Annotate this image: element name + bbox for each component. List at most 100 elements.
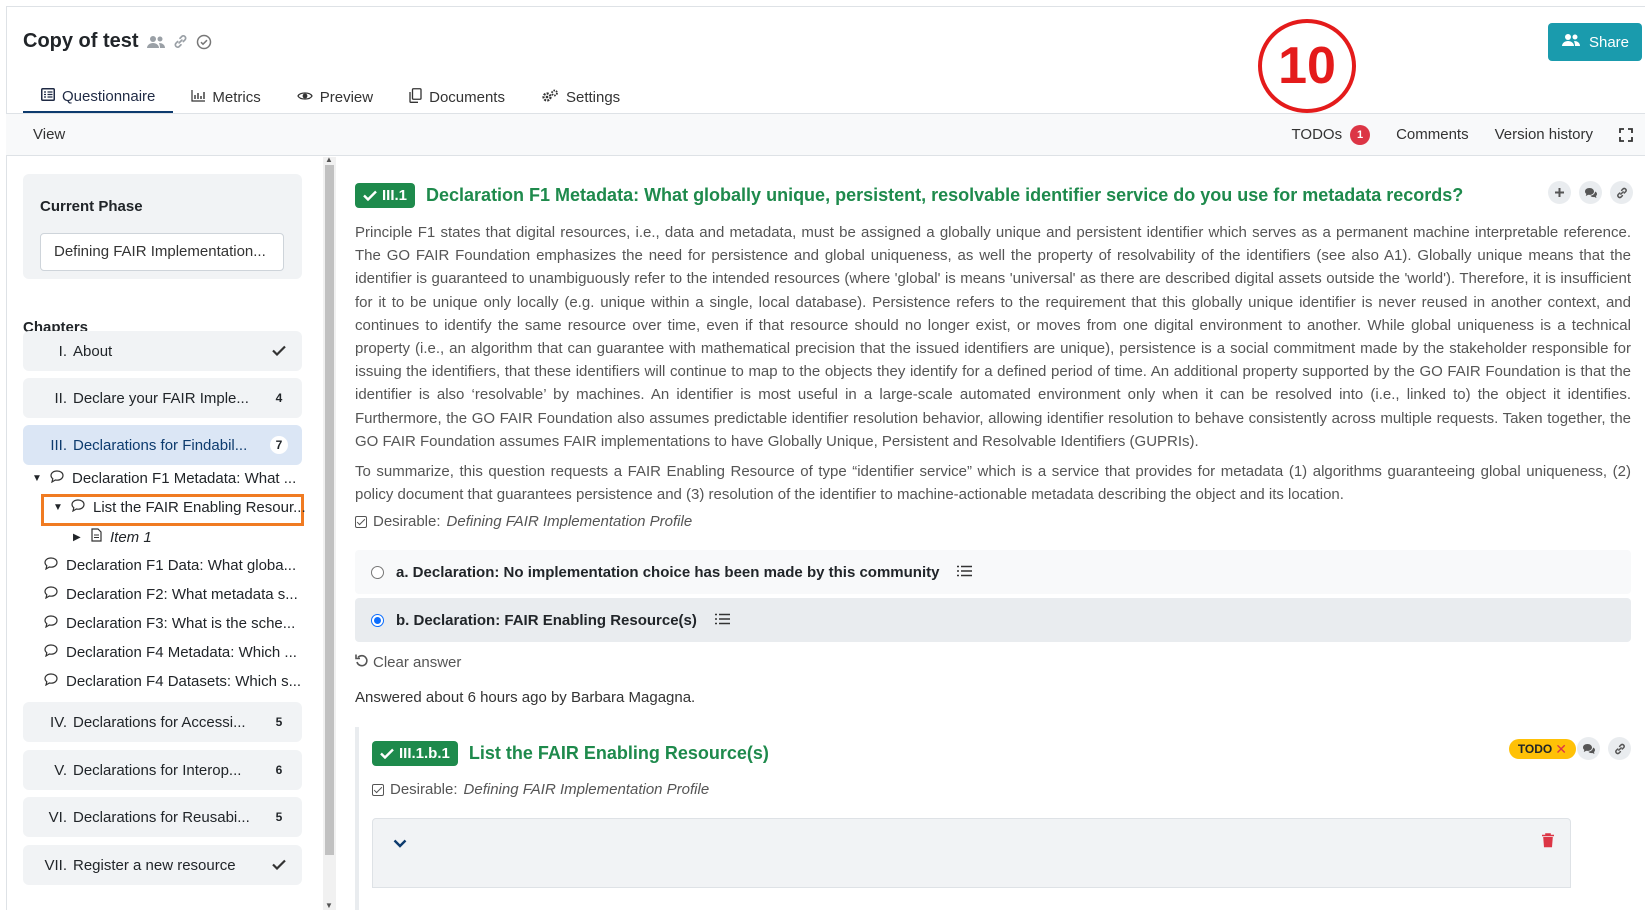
page-title: Copy of test (23, 30, 139, 52)
tree-label: List the FAIR Enabling Resour... (93, 499, 306, 516)
link-icon[interactable] (1608, 737, 1631, 760)
chapter-item-declare[interactable]: II. Declare your FAIR Imple... 4 (23, 378, 302, 418)
chapter-name: Declarations for Findabil... (73, 436, 248, 454)
add-icon[interactable] (1548, 181, 1571, 204)
followup-title: List the FAIR Enabling Resource(s) (468, 743, 769, 763)
todos-label: TODOs (1291, 126, 1343, 143)
chapter-number: IV. (50, 713, 67, 731)
tab-questionnaire[interactable]: Questionnaire (23, 82, 174, 113)
desirable-phase: Defining FAIR Implementation Profile (463, 781, 710, 798)
chapter-number: II. (54, 389, 67, 407)
file-icon (91, 528, 102, 546)
annotation-number: 10 (1258, 19, 1356, 113)
toolbar: View TODOs 1 Comments Version history (6, 114, 1645, 156)
tree-label: Item 1 (110, 528, 152, 546)
fullscreen-icon[interactable] (1619, 127, 1633, 142)
todo-label: TODO (1517, 742, 1553, 756)
chevron-down-icon[interactable] (393, 835, 407, 851)
tree-item-f2[interactable]: Declaration F2: What metadata s... (44, 586, 298, 603)
chapter-number: I. (58, 342, 67, 360)
link-icon[interactable] (173, 34, 188, 49)
title-row: Copy of test (23, 30, 212, 53)
chapter-number: VI. (48, 808, 67, 826)
chapter-name: Declarations for Reusabi... (73, 808, 250, 826)
tab-preview[interactable]: Preview (279, 82, 391, 113)
chapter-name: Register a new resource (73, 856, 236, 874)
tree-item-list-fer[interactable]: ▼ List the FAIR Enabling Resour... (53, 499, 306, 516)
chapter-name: About (73, 342, 113, 360)
eye-icon (297, 89, 313, 106)
tree-item-f4-datasets[interactable]: Declaration F4 Datasets: Which s... (44, 673, 301, 690)
caret-down-icon[interactable]: ▼ (32, 473, 42, 484)
caret-down-icon[interactable]: ▼ (53, 502, 63, 513)
questionnaire-content: III.1 Declaration F1 Metadata: What glob… (338, 157, 1645, 910)
tree-item-item-1[interactable]: ▶ Item 1 (73, 528, 152, 546)
comment-icon (71, 499, 85, 516)
scroll-up-icon[interactable]: ▲ (325, 155, 333, 164)
answer-option-a[interactable]: a. Declaration: No implementation choice… (355, 550, 1631, 594)
chapter-item-findability[interactable]: III. Declarations for Findabil... 7 (23, 425, 302, 465)
tab-label: Questionnaire (62, 88, 156, 105)
sidebar-scrollbar[interactable]: ▲ ▼ (323, 155, 336, 910)
trash-icon[interactable] (1542, 833, 1554, 852)
view-menu[interactable]: View (33, 126, 65, 143)
check-icon (256, 857, 302, 874)
answer-option-b[interactable]: b. Declaration: FAIR Enabling Resource(s… (355, 598, 1631, 642)
chapter-number: V. (54, 761, 67, 779)
tree-item-f1-metadata[interactable]: ▼ Declaration F1 Metadata: What ... (32, 470, 296, 487)
desirable-phase: Defining FAIR Implementation Profile (446, 513, 693, 530)
comment-icon (44, 615, 58, 632)
item-header (372, 818, 1571, 888)
comments-icon[interactable] (1579, 181, 1602, 204)
chapter-item-register[interactable]: VII. Register a new resource (23, 845, 302, 885)
check-icon (380, 748, 394, 759)
tab-documents[interactable]: Documents (391, 82, 523, 113)
tab-metrics[interactable]: Metrics (173, 82, 278, 113)
question-number-badge: III.1.b.1 (372, 741, 458, 766)
radio-button[interactable] (371, 565, 384, 579)
tree-item-f1-data[interactable]: Declaration F1 Data: What globa... (44, 557, 296, 574)
tree-item-f3[interactable]: Declaration F3: What is the sche... (44, 615, 295, 632)
copy-icon (409, 88, 422, 107)
list-ul-icon (957, 564, 973, 581)
version-history-button[interactable]: Version history (1495, 126, 1593, 143)
chapter-item-interoperability[interactable]: V. Declarations for Interop... 6 (23, 750, 302, 790)
chapter-count: 6 (275, 763, 283, 777)
question-number-badge: III.1 (355, 183, 416, 208)
question-number: III.1 (382, 187, 408, 204)
todo-badge[interactable]: TODO ✕ (1508, 739, 1576, 759)
chapter-item-accessibility[interactable]: IV. Declarations for Accessi... 5 (23, 702, 302, 742)
chapter-item-reusability[interactable]: VI. Declarations for Reusabi... 5 (23, 797, 302, 837)
tab-label: Metrics (212, 89, 261, 106)
todos-count-badge: 1 (1350, 124, 1371, 145)
tree-item-f4-metadata[interactable]: Declaration F4 Metadata: Which ... (44, 644, 297, 661)
close-icon[interactable]: ✕ (1555, 741, 1567, 758)
clear-answer-button[interactable]: Clear answer (355, 653, 461, 671)
comments-button[interactable]: Comments (1396, 126, 1469, 143)
current-phase-label: Current Phase (40, 198, 143, 215)
question-description: Principle F1 states that digital resourc… (355, 224, 1631, 450)
comment-icon (44, 557, 58, 574)
todos-button[interactable]: TODOs 1 (1291, 124, 1371, 145)
chapter-count: 5 (275, 810, 283, 824)
comment-icon (50, 470, 64, 487)
option-label: a. Declaration: No implementation choice… (396, 563, 940, 581)
comment-icon (44, 673, 58, 690)
phase-select[interactable]: Defining FAIR Implementation... (40, 233, 284, 271)
share-button[interactable]: Share (1548, 23, 1642, 61)
scroll-thumb[interactable] (325, 165, 334, 855)
link-icon[interactable] (1610, 181, 1633, 204)
question-actions (1548, 181, 1633, 204)
tab-settings[interactable]: Settings (523, 82, 638, 113)
chapter-count-wrap: 7 (256, 436, 302, 454)
caret-right-icon[interactable]: ▶ (73, 532, 83, 543)
radio-button[interactable] (371, 613, 384, 627)
comments-icon[interactable] (1577, 737, 1600, 760)
scroll-down-icon[interactable]: ▼ (325, 901, 333, 910)
chapter-item-about[interactable]: I. About (23, 331, 302, 371)
sidebar: Current Phase Defining FAIR Implementati… (7, 157, 323, 910)
comment-icon (44, 586, 58, 603)
tree-label: Declaration F1 Metadata: What ... (72, 470, 297, 487)
desirable-indicator: Desirable: Defining FAIR Implementation … (355, 513, 692, 530)
chart-icon (191, 89, 206, 106)
